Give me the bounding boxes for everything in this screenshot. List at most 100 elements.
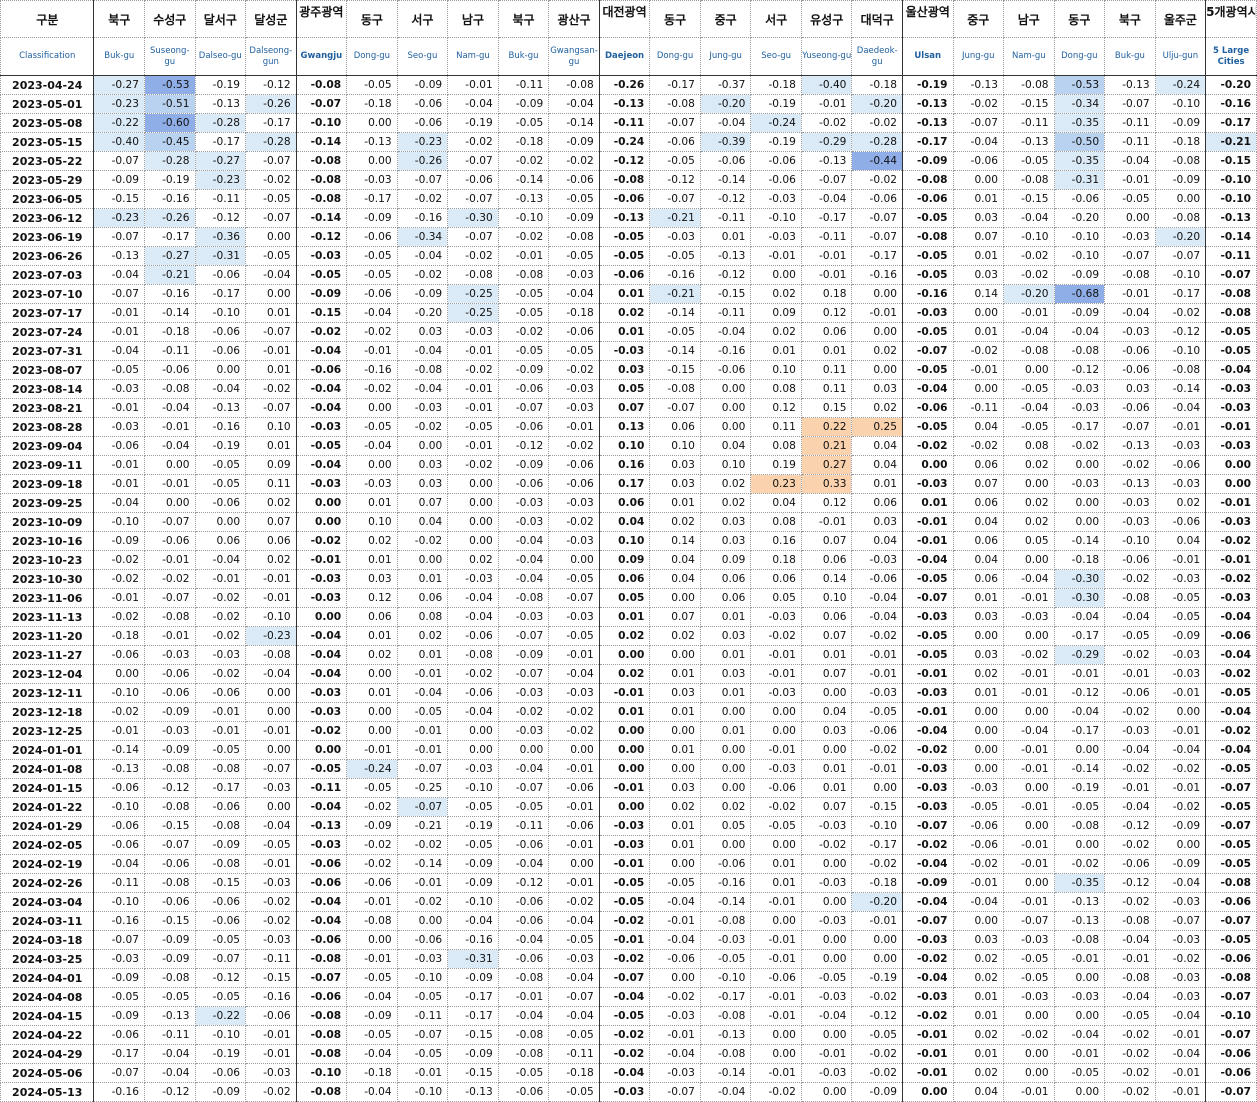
value-cell: -0.11: [93, 873, 145, 893]
value-cell: -0.16: [93, 1082, 145, 1102]
value-cell: -0.04: [245, 664, 297, 684]
value-cell: -0.06: [699, 151, 752, 171]
value-cell: -0.11: [598, 113, 651, 133]
date-cell: 2023-07-03: [0, 265, 95, 285]
column-header-kr: 북구: [497, 0, 550, 38]
column-header-en: Seo-gu: [396, 37, 449, 76]
value-cell: -0.09: [346, 1006, 398, 1026]
value-cell: -0.03: [548, 949, 600, 969]
value-cell: -0.04: [548, 94, 600, 114]
value-cell: 0.00: [649, 759, 701, 779]
value-cell: -0.01: [649, 1025, 701, 1045]
value-cell: 0.00: [1003, 1006, 1055, 1026]
value-cell: -0.02: [245, 1082, 297, 1102]
value-cell: 0.00: [699, 740, 752, 760]
date-cell: 2024-05-06: [0, 1063, 95, 1083]
table-row: 2023-09-04 -0.06 -0.04 -0.19 0.01 -0.05 -0.04 0…: [0, 436, 1257, 456]
value-cell: -0.02: [194, 664, 247, 684]
value-cell: -0.09: [497, 360, 550, 380]
value-cell: -0.18: [93, 626, 145, 646]
value-cell: -0.06: [93, 816, 145, 836]
value-cell: -0.09: [144, 930, 196, 950]
value-cell: -0.04: [346, 987, 398, 1007]
value-cell: -0.07: [245, 151, 297, 171]
value-cell: -0.02: [447, 360, 499, 380]
value-cell: 0.00: [649, 968, 701, 988]
value-cell: -0.17: [447, 987, 499, 1007]
value-cell: -0.13: [1104, 436, 1156, 456]
value-cell: -0.01: [245, 1025, 297, 1045]
value-cell: -0.07: [194, 949, 247, 969]
value-cell: -0.01: [548, 417, 600, 437]
value-cell: -0.01: [901, 531, 954, 551]
value-cell: -0.04: [497, 1006, 550, 1026]
value-cell: 0.00: [194, 360, 247, 380]
value-cell: -0.04: [1053, 322, 1106, 342]
value-cell: -0.02: [396, 265, 449, 285]
value-cell: 0.00: [295, 512, 348, 532]
value-cell: -0.09: [901, 151, 954, 171]
value-cell: -0.03: [1205, 512, 1257, 532]
value-cell: 0.00: [1003, 873, 1055, 893]
table-row: 2023-11-06 -0.01 -0.07 -0.02 -0.01 -0.03 0.12 0…: [0, 588, 1257, 608]
value-cell: 0.00: [1003, 474, 1055, 494]
value-cell: -0.02: [750, 797, 802, 817]
value-cell: -0.21: [396, 816, 449, 836]
value-cell: -0.03: [750, 189, 802, 209]
value-cell: 0.03: [649, 455, 701, 475]
value-cell: -0.01: [548, 645, 600, 665]
column-header-en: Nam-gu: [447, 37, 499, 76]
value-cell: -0.03: [598, 1082, 651, 1102]
value-cell: -0.05: [598, 227, 651, 247]
value-cell: -0.02: [1205, 531, 1257, 551]
value-cell: -0.08: [295, 151, 348, 171]
value-cell: -0.03: [497, 493, 550, 513]
value-cell: -0.09: [144, 740, 196, 760]
value-cell: -0.03: [1003, 930, 1055, 950]
value-cell: -0.04: [548, 1006, 600, 1026]
value-cell: -0.09: [1154, 626, 1207, 646]
value-cell: -0.04: [1003, 322, 1055, 342]
value-cell: -0.07: [245, 322, 297, 342]
value-cell: 0.00: [346, 930, 398, 950]
value-cell: -0.08: [295, 949, 348, 969]
value-cell: -0.09: [901, 873, 954, 893]
value-cell: -0.08: [1053, 341, 1106, 361]
value-cell: -0.01: [952, 360, 1005, 380]
value-cell: -0.03: [245, 1063, 297, 1083]
value-cell: -0.01: [396, 873, 449, 893]
table-row: 2023-07-10 -0.07 -0.16 -0.17 0.00 -0.09 -0.06-…: [0, 284, 1257, 304]
value-cell: -0.16: [1205, 94, 1257, 114]
value-cell: -0.06: [396, 94, 449, 114]
value-cell: 0.01: [245, 303, 297, 323]
value-cell: -0.01: [346, 740, 398, 760]
value-cell: 0.01: [952, 1044, 1005, 1064]
value-cell: -0.11: [1003, 113, 1055, 133]
value-cell: 0.00: [800, 683, 853, 703]
value-cell: -0.04: [144, 1063, 196, 1083]
value-cell: -0.02: [396, 189, 449, 209]
value-cell: -0.02: [194, 626, 247, 646]
value-cell: -0.04: [1104, 930, 1156, 950]
value-cell: -0.03: [245, 930, 297, 950]
table-row: 2023-08-28 -0.03 -0.01 -0.16 0.10 -0.03 -0.05-…: [0, 417, 1257, 437]
value-cell: 0.10: [699, 455, 752, 475]
value-cell: 0.07: [800, 797, 853, 817]
value-cell: -0.08: [497, 1044, 550, 1064]
value-cell: -0.03: [598, 816, 651, 836]
table-body: 2023-04-24 -0.27 -0.53 -0.19 -0.12 -0.08 -0.05…: [0, 75, 1257, 1102]
column-header-en: Suseong-gu: [144, 37, 196, 76]
value-cell: -0.07: [649, 189, 701, 209]
value-cell: -0.17: [1205, 113, 1257, 133]
column-header-kr: 중구: [952, 0, 1005, 38]
value-cell: 0.02: [598, 626, 651, 646]
value-cell: -0.05: [93, 987, 145, 1007]
date-cell: 2024-01-22: [0, 797, 95, 817]
column-header-en: Dong-gu: [1053, 37, 1106, 76]
table-row: 2023-05-08 -0.22 -0.60 -0.28 -0.17 -0.10 0.00-…: [0, 113, 1257, 133]
value-cell: -0.07: [497, 398, 550, 418]
value-cell: -0.21: [649, 284, 701, 304]
value-cell: -0.02: [598, 949, 651, 969]
value-cell: -0.13: [699, 1025, 752, 1045]
value-cell: -0.11: [396, 1006, 449, 1026]
